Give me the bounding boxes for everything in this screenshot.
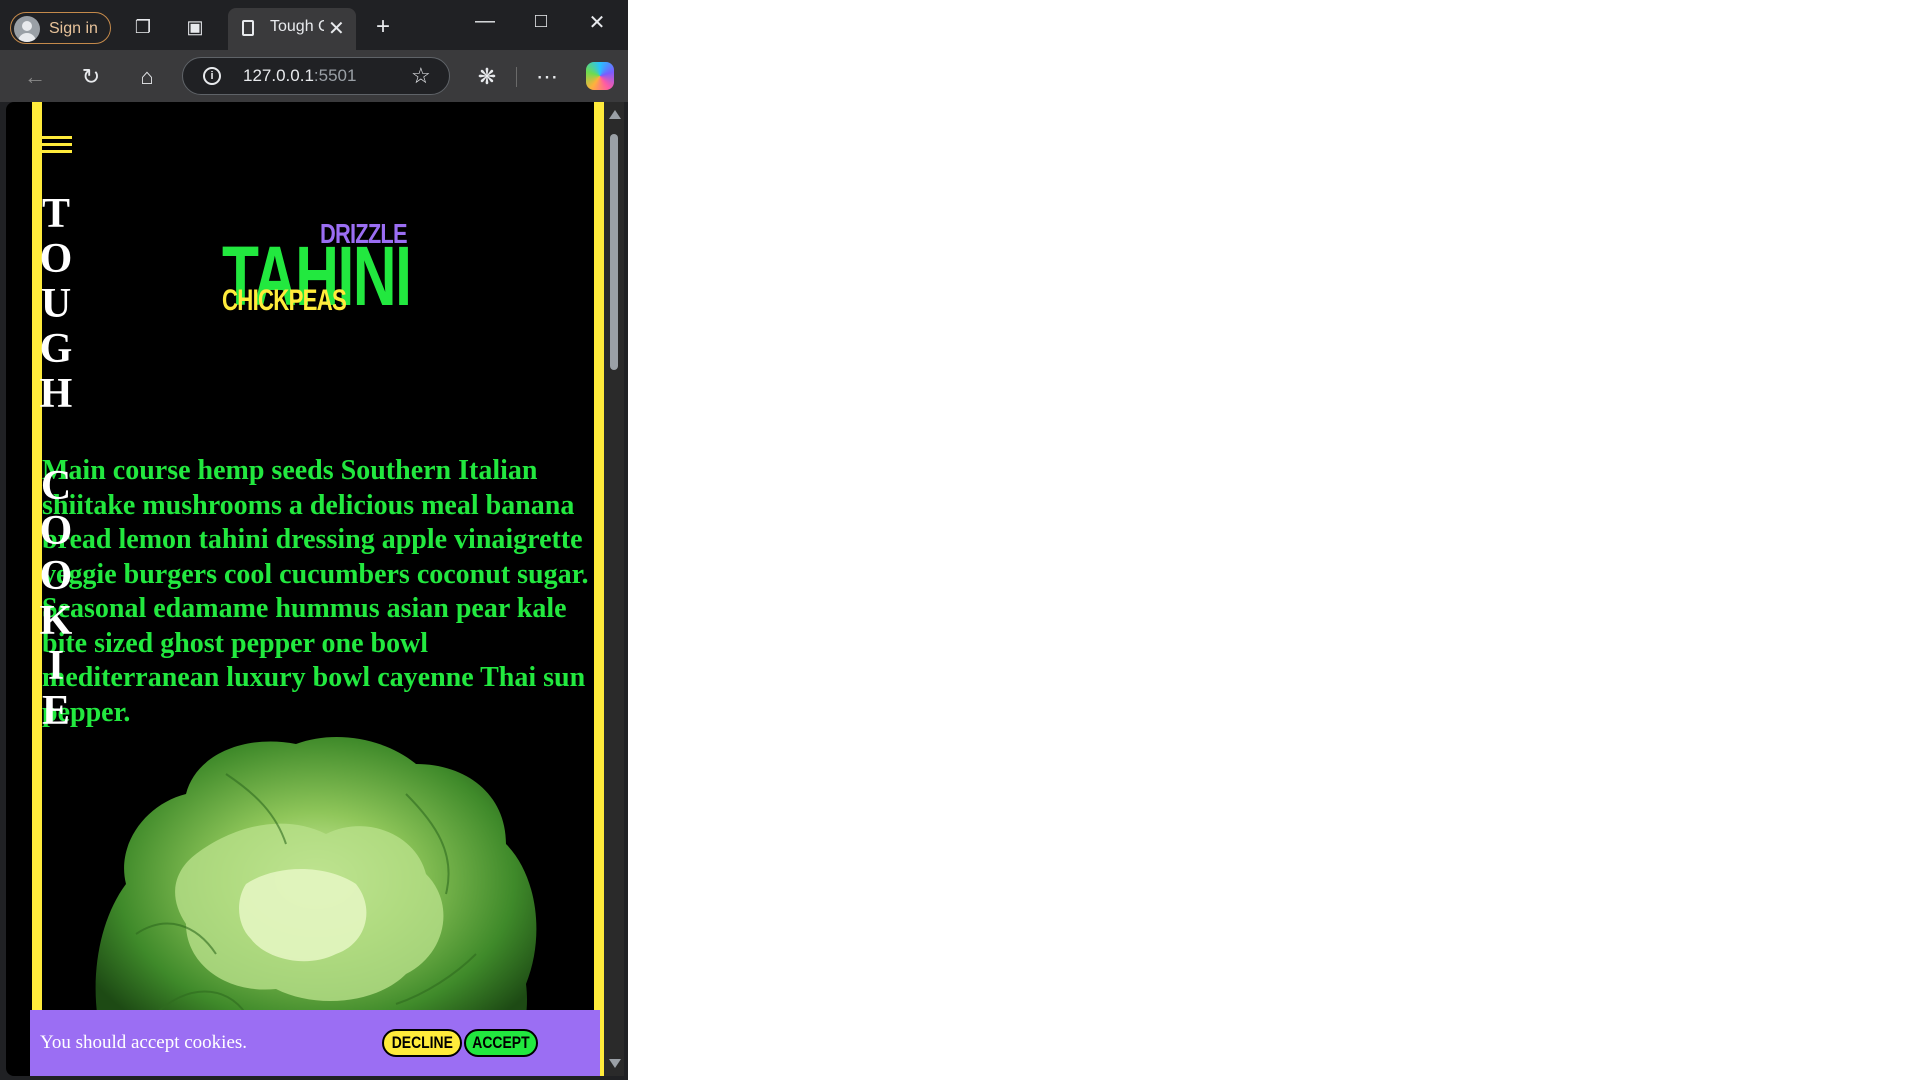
brand-tough-letter: O [39, 236, 73, 282]
tab-title: Tough Cookie [270, 18, 324, 35]
brand-cookie-letter: I [47, 643, 65, 689]
refresh-icon[interactable]: ↻ [78, 64, 104, 90]
hamburger-menu-icon[interactable] [42, 136, 72, 160]
logo: DRIZZLE TAHINI CHICKPEAS [222, 212, 422, 332]
title-bar: Sign in ❐ ▣ Tough Cookie ✕ + — □ ✕ [0, 0, 628, 50]
scroll-down-icon[interactable] [609, 1059, 621, 1068]
page-viewport: TOUGH COOKIE DRIZZLE TAHINI CHICKPEAS Ma… [6, 102, 604, 1076]
vertical-tabs-icon[interactable]: ▣ [184, 16, 206, 38]
address-bar[interactable]: i 127.0.0.1:5501 ☆ [182, 57, 450, 95]
page-scrollbar[interactable] [604, 102, 624, 1076]
lettuce-image [95, 736, 537, 1054]
brand-cookie-letter: C [40, 463, 72, 509]
brand-cookie-letter: K [39, 598, 73, 644]
tab-active[interactable]: Tough Cookie ✕ [228, 8, 356, 50]
home-icon[interactable]: ⌂ [134, 64, 160, 90]
right-yellow-stripe [594, 102, 604, 1076]
maximize-icon[interactable]: □ [526, 10, 556, 33]
brand-cookie-letter: O [39, 508, 73, 554]
brand-vertical-cookie: COOKIE [36, 464, 76, 734]
toolbar-divider [516, 67, 517, 87]
close-window-icon[interactable]: ✕ [582, 10, 612, 35]
new-tab-icon[interactable]: + [372, 15, 394, 39]
logo-chickpeas: CHICKPEAS [222, 284, 347, 317]
scroll-up-icon[interactable] [609, 110, 621, 119]
brand-tough-letter: T [41, 191, 70, 237]
minimize-icon[interactable]: — [470, 10, 500, 33]
decline-button[interactable]: DECLINE [382, 1029, 462, 1057]
brand-cookie-letter: O [39, 553, 73, 599]
copilot-icon[interactable] [586, 62, 614, 90]
scroll-thumb[interactable] [610, 134, 618, 370]
site-info-icon[interactable]: i [203, 67, 221, 85]
navigation-toolbar: ← ↻ ⌂ i 127.0.0.1:5501 ☆ ❋ ⋯ [0, 50, 628, 102]
brand-vertical-tough: TOUGH [36, 192, 76, 417]
workspaces-icon[interactable]: ❐ [132, 16, 154, 38]
brand-tough-letter: G [39, 326, 73, 372]
more-menu-icon[interactable]: ⋯ [534, 64, 560, 90]
brand-cookie-letter: E [41, 688, 70, 734]
intro-paragraph: Main course hemp seeds Southern Italian … [42, 455, 589, 728]
accept-button[interactable]: ACCEPT [464, 1029, 538, 1057]
favorite-star-icon[interactable]: ☆ [411, 63, 431, 89]
browser-window: Sign in ❐ ▣ Tough Cookie ✕ + — □ ✕ ← ↻ ⌂… [0, 0, 628, 1080]
url-text: 127.0.0.1:5501 [243, 66, 357, 85]
cookie-message: You should accept cookies. [40, 1032, 248, 1053]
back-icon[interactable]: ← [22, 64, 48, 90]
profile-avatar-icon [14, 16, 40, 42]
sign-in-label: Sign in [49, 20, 98, 37]
cookie-banner: You should accept cookies. DECLINE ACCEP… [30, 1010, 600, 1076]
close-tab-icon[interactable]: ✕ [328, 16, 345, 41]
brand-tough-letter: H [39, 371, 73, 417]
extensions-icon[interactable]: ❋ [474, 64, 500, 90]
sign-in-button[interactable]: Sign in [10, 12, 111, 44]
brand-tough-letter: U [40, 281, 72, 327]
page-document-icon [242, 20, 254, 36]
